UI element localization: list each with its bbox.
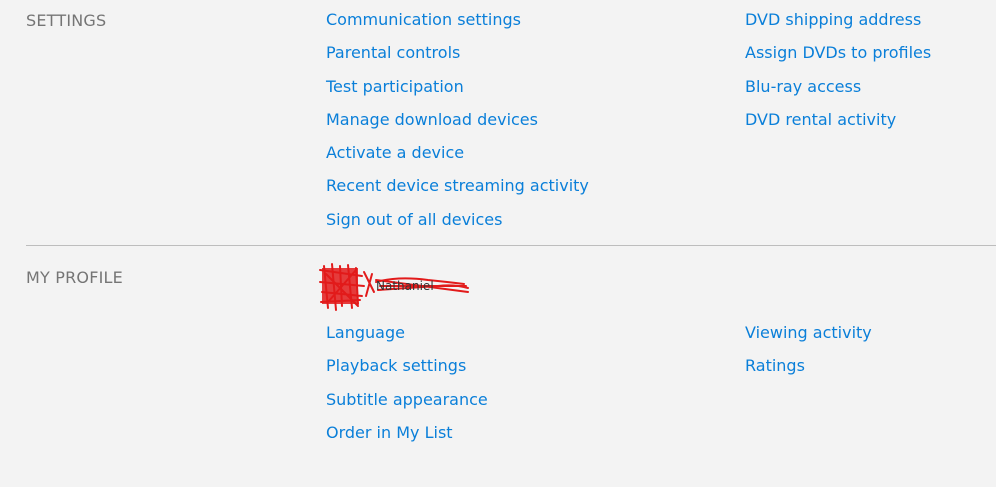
settings-section-title: SETTINGS <box>26 11 107 30</box>
dvd-shipping-address-link[interactable]: DVD shipping address <box>745 10 931 43</box>
profile-left-column: Language Playback settings Subtitle appe… <box>326 323 488 456</box>
recent-streaming-activity-link[interactable]: Recent device streaming activity <box>326 176 589 209</box>
blu-ray-access-link[interactable]: Blu-ray access <box>745 77 931 110</box>
manage-download-devices-link[interactable]: Manage download devices <box>326 110 589 143</box>
assign-dvds-to-profiles-link[interactable]: Assign DVDs to profiles <box>745 43 931 76</box>
account-page: SETTINGS Communication settings Parental… <box>0 0 996 487</box>
communication-settings-link[interactable]: Communication settings <box>326 10 589 43</box>
viewing-activity-link[interactable]: Viewing activity <box>745 323 872 356</box>
section-divider <box>26 245 996 246</box>
profile-identity[interactable]: Nathaniel <box>318 262 478 312</box>
playback-settings-link[interactable]: Playback settings <box>326 356 488 389</box>
settings-right-column: DVD shipping address Assign DVDs to prof… <box>745 10 931 143</box>
settings-left-column: Communication settings Parental controls… <box>326 10 589 243</box>
activate-device-link[interactable]: Activate a device <box>326 143 589 176</box>
ratings-link[interactable]: Ratings <box>745 356 872 389</box>
language-link[interactable]: Language <box>326 323 488 356</box>
parental-controls-link[interactable]: Parental controls <box>326 43 589 76</box>
profile-name: Nathaniel <box>376 279 434 293</box>
profile-right-column: Viewing activity Ratings <box>745 323 872 390</box>
test-participation-link[interactable]: Test participation <box>326 77 589 110</box>
subtitle-appearance-link[interactable]: Subtitle appearance <box>326 390 488 423</box>
dvd-rental-activity-link[interactable]: DVD rental activity <box>745 110 931 143</box>
order-in-my-list-link[interactable]: Order in My List <box>326 423 488 456</box>
my-profile-section-title: MY PROFILE <box>26 268 123 287</box>
sign-out-all-devices-link[interactable]: Sign out of all devices <box>326 210 589 243</box>
